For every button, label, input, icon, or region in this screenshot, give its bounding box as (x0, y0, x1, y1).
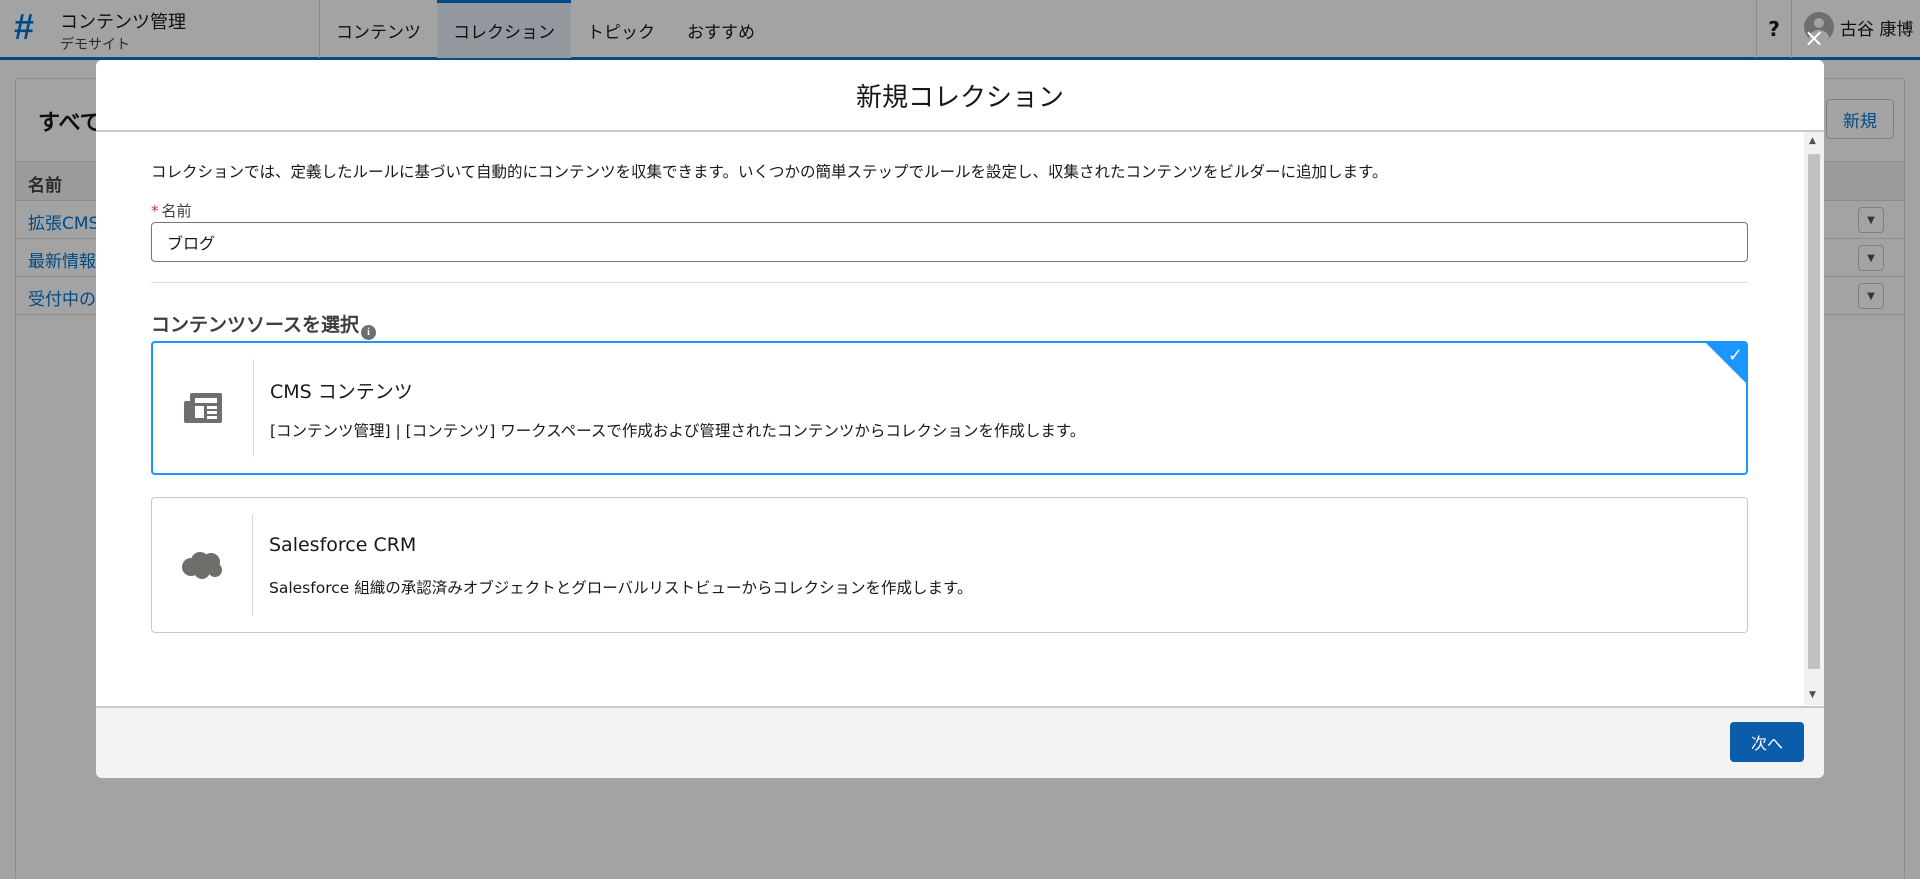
card-icon-area (153, 359, 254, 457)
source-card-cms[interactable]: CMS コンテンツ [コンテンツ管理] | [コンテンツ] ワークスペースで作成… (151, 341, 1748, 475)
scrollbar[interactable]: ▲ ▼ (1804, 132, 1824, 705)
source-heading-text: コンテンツソースを選択 (151, 314, 360, 336)
name-field-label: * 名前 (151, 200, 192, 221)
source-card-crm[interactable]: Salesforce CRM Salesforce 組織の承認済みオブジェクトと… (151, 497, 1748, 633)
name-input[interactable] (151, 222, 1748, 262)
card-title: CMS コンテンツ (270, 381, 413, 403)
scroll-down-arrow[interactable]: ▼ (1809, 690, 1816, 700)
divider (151, 282, 1748, 283)
scroll-up-arrow[interactable]: ▲ (1809, 136, 1816, 146)
card-title: Salesforce CRM (269, 534, 417, 556)
scrollbar-thumb[interactable] (1808, 154, 1820, 669)
card-description: Salesforce 組織の承認済みオブジェクトとグローバルリストビューからコレ… (269, 579, 973, 597)
name-label-text: 名前 (161, 202, 192, 220)
card-icon-area (152, 514, 253, 616)
cloud-icon (182, 552, 222, 579)
new-collection-modal: 新規コレクション コレクションでは、定義したルールに基づいて自動的にコンテンツを… (96, 60, 1824, 778)
close-icon: × (1803, 24, 1825, 52)
news-icon (184, 393, 222, 423)
modal-footer: 次へ (96, 706, 1824, 778)
source-heading: コンテンツソースを選択 i (151, 310, 377, 340)
card-description: [コンテンツ管理] | [コンテンツ] ワークスペースで作成および管理されたコン… (270, 422, 1086, 440)
modal-body: コレクションでは、定義したルールに基づいて自動的にコンテンツを収集できます。いく… (96, 132, 1824, 705)
check-icon: ✓ (1727, 345, 1743, 366)
info-icon[interactable]: i (361, 325, 377, 340)
next-button[interactable]: 次へ (1730, 722, 1804, 762)
required-marker: * (151, 202, 159, 220)
intro-text: コレクションでは、定義したルールに基づいて自動的にコンテンツを収集できます。いく… (151, 163, 1388, 181)
modal-title: 新規コレクション (855, 82, 1064, 113)
modal-close-button[interactable]: × (1802, 26, 1826, 50)
modal-header: 新規コレクション (96, 60, 1824, 132)
